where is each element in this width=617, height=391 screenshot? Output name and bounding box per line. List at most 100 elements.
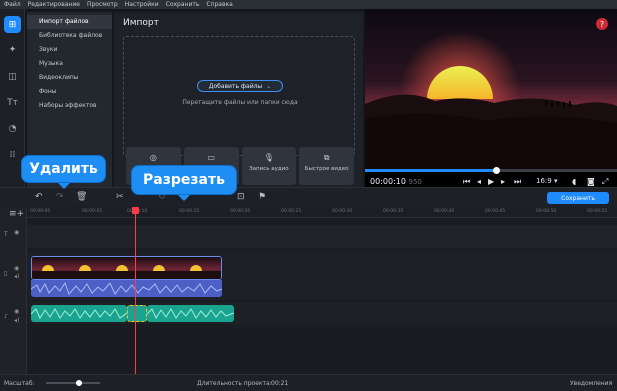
preview-progress[interactable] bbox=[365, 167, 617, 174]
music-clip[interactable] bbox=[147, 305, 234, 322]
duration-label: Длительность проекта: bbox=[197, 380, 272, 387]
backgrounds-item[interactable]: Фоны bbox=[27, 85, 112, 99]
timecode-ms: 950 bbox=[408, 178, 422, 186]
zoom-slider[interactable] bbox=[46, 380, 100, 386]
effect-packs-item[interactable]: Наборы эффектов bbox=[27, 99, 112, 113]
ruler-tick: 00:00:00 bbox=[30, 209, 51, 214]
import-files-item[interactable]: Импорт файлов bbox=[27, 15, 112, 29]
music-clip[interactable] bbox=[31, 305, 127, 322]
add-files-button[interactable]: Добавить файлы ⌄ bbox=[197, 80, 283, 92]
music-visibility-icon[interactable]: ◉ bbox=[14, 308, 19, 315]
preview-scrubber[interactable] bbox=[493, 167, 501, 174]
text-track-icon: T bbox=[4, 231, 8, 238]
menu-help[interactable]: Справка bbox=[206, 0, 232, 9]
video-track-icon: ▯ bbox=[4, 270, 8, 277]
save-button[interactable]: Сохранить bbox=[547, 192, 609, 204]
redo-icon[interactable]: ↷ bbox=[56, 192, 64, 202]
fullscreen-icon[interactable]: ⤢ bbox=[602, 177, 608, 187]
sounds-item[interactable]: Звуки bbox=[27, 43, 112, 57]
menu-bar: Файл Редактирование Просмотр Настройки С… bbox=[0, 0, 617, 9]
aspect-ratio-select[interactable]: 16:9 ▾ bbox=[536, 177, 557, 185]
menu-save[interactable]: Сохранить bbox=[166, 0, 200, 9]
audio-waveform bbox=[31, 281, 222, 295]
ruler-tick: 00:00:50 bbox=[536, 209, 557, 214]
skip-forward-icon[interactable]: ⏭ bbox=[514, 177, 521, 187]
help-icon[interactable]: ? bbox=[596, 18, 608, 30]
cut-tooltip: Разрезать bbox=[131, 165, 237, 201]
timeline-toolbar: ↶ ↷ 🗑 ✂ ↻ ◌ ⊡ ⚑ bbox=[0, 187, 617, 207]
time-ruler[interactable]: 00:00:00 00:00:05 00:00:10 00:00:15 00:0… bbox=[27, 207, 617, 218]
properties-icon[interactable]: ⊡ bbox=[237, 192, 245, 202]
volume-icon[interactable]: ◖ bbox=[572, 177, 576, 186]
playhead-handle[interactable] bbox=[132, 207, 139, 214]
ruler-tick: 00:00:30 bbox=[332, 209, 353, 214]
quick-video-tile[interactable]: ⧉ Быстрое видео bbox=[299, 147, 354, 185]
more-tools-icon[interactable]: ⁞⁞ bbox=[4, 146, 21, 163]
ruler-tick: 00:00:25 bbox=[281, 209, 302, 214]
titles-icon[interactable]: Tт bbox=[4, 94, 21, 111]
marker-icon[interactable]: ⚑ bbox=[258, 192, 266, 202]
magic-wand-icon[interactable]: ✦ bbox=[4, 41, 21, 58]
notifications-link[interactable]: Уведомления bbox=[570, 380, 612, 387]
sunset-frame bbox=[365, 9, 617, 169]
timecode-main: 00:00:10 bbox=[370, 177, 406, 186]
import-title: Импорт bbox=[123, 18, 159, 28]
record-audio-label: Запись аудио bbox=[249, 166, 289, 172]
cut-icon[interactable]: ✂ bbox=[116, 192, 124, 202]
stickers-icon[interactable]: ◔ bbox=[4, 120, 21, 137]
delete-tooltip: Удалить bbox=[21, 155, 106, 189]
menu-view[interactable]: Просмотр bbox=[87, 0, 118, 9]
preview-timecode: 00:00:10 950 bbox=[370, 177, 422, 186]
menu-settings[interactable]: Настройки bbox=[125, 0, 159, 9]
step-back-icon[interactable]: ◂ bbox=[477, 177, 481, 186]
zoom-knob[interactable] bbox=[76, 380, 82, 386]
quick-video-icon: ⧉ bbox=[323, 153, 330, 162]
play-icon[interactable]: ▶ bbox=[488, 177, 494, 186]
quick-video-label: Быстрое видео bbox=[304, 166, 349, 172]
webcam-icon: ◎ bbox=[149, 153, 157, 162]
music-item[interactable]: Музыка bbox=[27, 57, 112, 71]
drop-zone[interactable]: Добавить файлы ⌄ Перетащите файлы или па… bbox=[123, 36, 355, 156]
ruler-tick: 00:00:20 bbox=[230, 209, 251, 214]
menu-edit[interactable]: Редактирование bbox=[28, 0, 80, 9]
ruler-tick: 00:00:05 bbox=[82, 209, 103, 214]
step-forward-icon[interactable]: ▸ bbox=[501, 177, 505, 186]
video-visibility-icon[interactable]: ◉ bbox=[14, 265, 19, 272]
duration-value: 00:21 bbox=[271, 380, 289, 387]
screen-icon: ▭ bbox=[207, 153, 215, 162]
record-audio-tile[interactable]: 🎙 Запись аудио bbox=[241, 147, 297, 185]
playhead[interactable] bbox=[132, 207, 139, 374]
visibility-icon[interactable]: ◉ bbox=[14, 229, 19, 236]
music-mute-icon[interactable]: ◂) bbox=[14, 317, 19, 324]
video-mute-icon[interactable]: ◂) bbox=[14, 273, 19, 280]
add-files-label: Добавить файлы bbox=[208, 82, 263, 90]
import-icon[interactable]: ⊞ bbox=[4, 16, 21, 33]
music-waveform bbox=[31, 308, 127, 320]
video-audio-clip[interactable] bbox=[31, 280, 222, 297]
drop-hint: Перетащите файлы или папки сюда bbox=[182, 99, 298, 106]
ruler-tick: 00:00:55 bbox=[587, 209, 608, 214]
ruler-tick: 00:00:15 bbox=[179, 209, 200, 214]
microphone-icon: 🎙 bbox=[263, 153, 274, 162]
skip-back-icon[interactable]: ⏮ bbox=[463, 177, 470, 187]
menu-file[interactable]: Файл bbox=[4, 0, 21, 9]
text-track[interactable] bbox=[27, 225, 617, 248]
ruler-tick: 00:00:35 bbox=[383, 209, 404, 214]
track-headers: ≡+ T ◉ ▯ ◉ ◂) ♪ ◉ ◂) bbox=[0, 207, 27, 374]
add-track-icon[interactable]: ≡+ bbox=[9, 209, 24, 219]
transitions-icon[interactable]: ◫ bbox=[4, 68, 21, 85]
preview-progress-fill bbox=[365, 169, 497, 172]
ruler-tick: 00:00:40 bbox=[434, 209, 455, 214]
video-clip[interactable] bbox=[31, 256, 222, 280]
snapshot-icon[interactable]: ◙ bbox=[587, 177, 595, 186]
file-library-item[interactable]: Библиотека файлов bbox=[27, 29, 112, 43]
app-window: Файл Редактирование Просмотр Настройки С… bbox=[0, 0, 617, 391]
music-waveform bbox=[147, 308, 234, 320]
undo-icon[interactable]: ↶ bbox=[35, 192, 43, 202]
music-clip-selected[interactable] bbox=[127, 305, 147, 322]
videoclips-item[interactable]: Видеоклипы bbox=[27, 71, 112, 85]
video-preview[interactable] bbox=[365, 9, 617, 187]
ruler-tick: 00:00:45 bbox=[485, 209, 506, 214]
music-track-icon: ♪ bbox=[4, 313, 8, 320]
delete-icon[interactable]: 🗑 bbox=[76, 192, 87, 202]
